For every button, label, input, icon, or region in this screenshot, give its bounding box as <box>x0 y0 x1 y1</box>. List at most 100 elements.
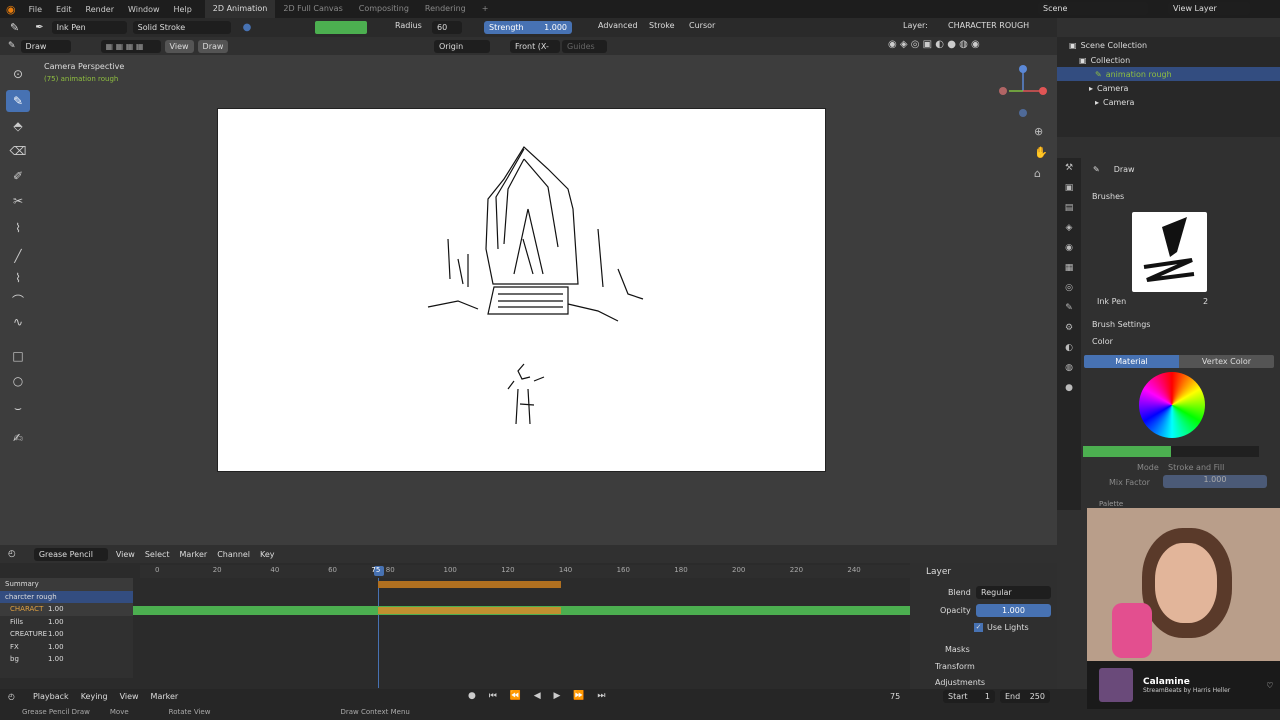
frame-ruler[interactable] <box>140 565 920 578</box>
cutter-tool-icon[interactable]: ✂ <box>6 190 30 212</box>
view-menu[interactable]: View <box>120 692 139 701</box>
view-menu[interactable]: View <box>116 550 135 559</box>
mix-factor-slider[interactable]: 1.000 <box>1163 475 1267 488</box>
outliner-row-collection[interactable]: ▣ Collection <box>1057 53 1280 67</box>
editor-type-icon[interactable]: ✎ <box>10 21 19 34</box>
tint-tool-icon[interactable]: ✐ <box>6 165 30 187</box>
color-header[interactable]: Color <box>1092 337 1113 346</box>
fill-tool-icon[interactable]: ⬘ <box>6 115 30 137</box>
material-tab[interactable]: Material <box>1084 355 1179 368</box>
marker-menu[interactable]: Marker <box>151 692 179 701</box>
tab-compositing[interactable]: Compositing <box>351 0 417 18</box>
menu-file[interactable]: File <box>22 5 49 14</box>
channel-layer-0[interactable]: CHARACT 1.00 <box>0 603 133 616</box>
channel-menu[interactable]: Channel <box>217 550 250 559</box>
radius-field[interactable]: 60 px <box>432 21 462 45</box>
editor-type-icon[interactable]: ◴ <box>8 549 16 559</box>
line-tool-icon[interactable]: ╱ <box>6 245 30 267</box>
menu-help[interactable]: Help <box>167 5 199 14</box>
brush-preview[interactable] <box>1132 212 1207 292</box>
erase-tool-icon[interactable]: ⌫ <box>6 140 30 162</box>
key-menu[interactable]: Key <box>260 550 275 559</box>
brush-settings-header[interactable]: Brush Settings <box>1092 320 1150 329</box>
brush-name-field[interactable]: Ink Pen <box>1097 297 1126 306</box>
annotate-tool-icon[interactable]: ✍ <box>6 427 30 449</box>
outliner-row-camera-data[interactable]: ▸ Camera <box>1057 95 1280 109</box>
view-menu[interactable]: View <box>164 39 194 53</box>
color-swatch[interactable] <box>315 21 367 34</box>
eyedropper-tool-icon[interactable]: ⌇ <box>6 217 30 239</box>
palette-header[interactable]: Palette <box>1099 500 1123 508</box>
tab-2d-animation[interactable]: 2D Animation <box>204 0 276 18</box>
vertex-color-tab[interactable]: Vertex Color <box>1179 355 1274 368</box>
cursor-menu[interactable]: Cursor <box>689 21 715 30</box>
playback-menu[interactable]: Playback <box>33 692 69 701</box>
channel-object[interactable]: charcter rough <box>0 590 133 603</box>
blend-dropdown[interactable]: Regular <box>976 586 1051 599</box>
overlay-icons[interactable]: ◉ ◈ ◎ ▣ ◐ ● ◍ ◉ <box>888 39 980 50</box>
menu-window[interactable]: Window <box>121 5 167 14</box>
plane-selector[interactable]: Front (X-Z) <box>510 40 560 64</box>
edit-toggles[interactable]: ▦ ▦ ▦ ▦ <box>100 39 161 53</box>
use-lights-checkbox[interactable]: ✓ Use Lights <box>974 623 1029 632</box>
channel-layer-4[interactable]: bg 1.00 <box>0 653 133 666</box>
start-frame-field[interactable]: Start 1 <box>943 690 995 703</box>
tab-rendering[interactable]: Rendering <box>417 0 474 18</box>
cursor-tool-icon[interactable]: ⊙ <box>6 63 30 85</box>
opacity-slider[interactable]: 1.000 <box>976 604 1051 617</box>
scene-selector[interactable]: Scene <box>1038 2 1148 15</box>
circle-tool-icon[interactable]: ○ <box>6 370 30 392</box>
channel-layer-1[interactable]: Fills 1.00 <box>0 616 133 629</box>
draw-menu[interactable]: Draw <box>197 39 229 53</box>
draw-tool-icon[interactable]: ✎ <box>6 90 30 112</box>
tab-2d-full-canvas[interactable]: 2D Full Canvas <box>275 0 350 18</box>
transform-header[interactable]: Transform <box>935 662 975 671</box>
advanced-menu[interactable]: Advanced <box>598 21 638 30</box>
adjustments-header[interactable]: Adjustments <box>935 678 985 687</box>
box-tool-icon[interactable]: □ <box>6 345 30 367</box>
end-frame-field[interactable]: End 250 <box>1000 690 1050 703</box>
color-wheel[interactable] <box>1139 372 1205 438</box>
mode-dropdown[interactable]: Grease Pencil <box>33 547 108 561</box>
curve-tool-icon[interactable]: ∿ <box>6 311 30 333</box>
add-workspace-button[interactable]: + <box>474 0 497 18</box>
mode-value[interactable]: Stroke and Fill <box>1168 463 1224 472</box>
material-icon[interactable]: ● <box>243 22 252 33</box>
keying-menu[interactable]: Keying <box>81 692 108 701</box>
select-menu[interactable]: Select <box>145 550 170 559</box>
marker-menu[interactable]: Marker <box>180 550 208 559</box>
blender-logo-icon[interactable]: ◉ <box>0 3 22 16</box>
outliner-row-gp[interactable]: ✎ animation rough <box>1057 67 1280 81</box>
outliner-row-scene[interactable]: ▣ Scene Collection <box>1057 37 1280 53</box>
outliner-row-camera[interactable]: ▸ Camera <box>1057 81 1280 95</box>
brush-selector[interactable]: Ink Pen <box>51 21 127 34</box>
current-frame-field[interactable]: 75 <box>890 692 900 701</box>
stroke-type-selector[interactable]: Solid Stroke <box>132 21 231 34</box>
mode-selector[interactable]: Draw <box>20 39 71 53</box>
transport-controls[interactable]: ● ⏮ ⏪ ◀ ▶ ⏩ ⏭ <box>468 691 610 701</box>
navigation-gizmo[interactable] <box>995 63 1051 118</box>
strength-slider[interactable]: Strength 1.000 <box>484 21 572 34</box>
guides-toggle[interactable]: Guides <box>562 40 607 53</box>
view-layer-selector[interactable]: View Layer <box>1168 2 1250 15</box>
playhead-handle[interactable] <box>374 566 384 576</box>
tab-icons[interactable]: ⚒ ▣ ▤ ◈ ◉ ▦ ◎ ✎ ⚙ ◐ ◍ ● <box>1057 158 1081 398</box>
channel-layer-3[interactable]: FX 1.00 <box>0 641 133 654</box>
menu-render[interactable]: Render <box>79 5 121 14</box>
channel-summary[interactable]: Summary <box>0 578 133 591</box>
zoom-pan-icons[interactable]: ⊕ ✋ ⌂ <box>1034 121 1050 184</box>
polyline-tool-icon[interactable]: ⌇ <box>6 267 30 289</box>
masks-header[interactable]: Masks <box>945 645 970 654</box>
origin-selector[interactable]: Origin <box>434 40 490 53</box>
menu-edit[interactable]: Edit <box>49 5 79 14</box>
arc-tool-icon[interactable]: ⌒ <box>6 289 30 311</box>
brushes-header[interactable]: Brushes <box>1092 192 1124 201</box>
drawing-canvas[interactable] <box>217 108 826 472</box>
active-color-swatch[interactable] <box>1083 446 1171 457</box>
interpolate-tool-icon[interactable]: ⌣ <box>6 397 30 419</box>
stroke-menu[interactable]: Stroke <box>649 21 675 30</box>
editor-icon[interactable]: ◴ <box>8 692 15 701</box>
secondary-color-swatch[interactable] <box>1171 446 1259 457</box>
layer-selector[interactable]: CHARACTER ROUGH <box>948 21 1029 30</box>
channel-layer-2[interactable]: CREATURE 1.00 <box>0 628 133 641</box>
